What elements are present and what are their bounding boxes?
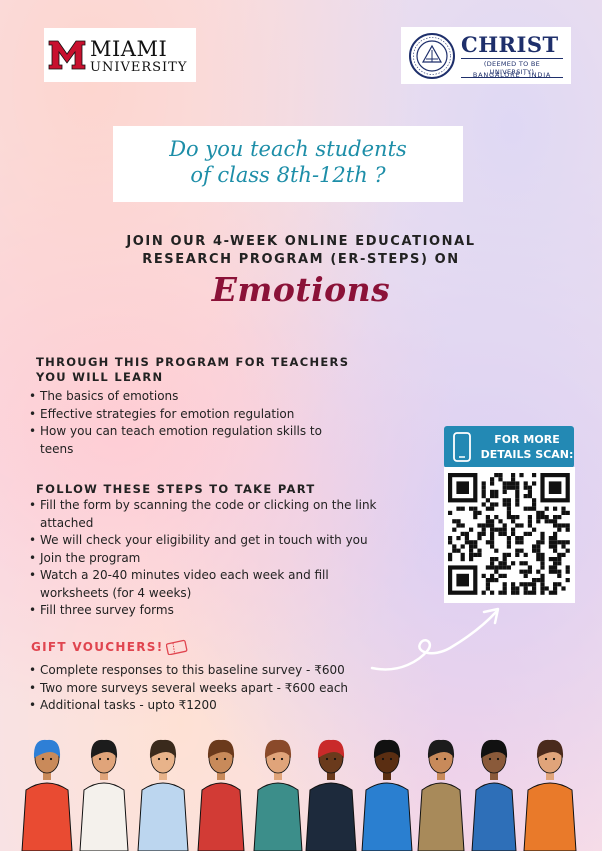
miami-m-logo-icon	[48, 40, 86, 70]
phone-icon	[453, 432, 471, 462]
people-illustration	[21, 739, 577, 851]
gift-list: Complete responses to this baseline surv…	[29, 662, 409, 715]
christ-seal-icon	[409, 33, 455, 79]
gift-vouchers-heading: GIFT VOUCHERS!	[31, 640, 164, 654]
join-line-1: JOIN OUR 4-WEEK ONLINE EDUCATIONAL	[126, 234, 476, 249]
scan-line-1: FOR MORE	[494, 433, 560, 446]
question-banner: Do you teach students of class 8th-12th …	[113, 126, 463, 202]
list-item: Additional tasks - upto ₹1200	[29, 697, 409, 715]
scan-badge: FOR MORE DETAILS SCAN:	[444, 426, 574, 468]
miami-subname: UNIVERSITY	[90, 60, 188, 75]
learn-heading-line-2: YOU WILL LEARN	[36, 370, 164, 384]
steps-heading: FOLLOW THESE STEPS TO TAKE PART	[36, 482, 316, 496]
learn-heading-line-1: THROUGH THIS PROGRAM FOR TEACHERS	[36, 355, 350, 369]
miami-university-logo: MIAMI UNIVERSITY	[44, 28, 196, 82]
curved-arrow-icon	[370, 607, 500, 671]
list-item: The basics of emotions	[29, 388, 349, 406]
list-item: We will check your eligibility and get i…	[29, 532, 409, 550]
join-line-2: RESEARCH PROGRAM (ER-STEPS) ON	[142, 252, 460, 267]
list-item: Fill three survey forms	[29, 602, 409, 620]
scan-line-2: DETAILS SCAN:	[480, 448, 574, 461]
list-item: Join the program	[29, 550, 409, 568]
list-item: Complete responses to this baseline surv…	[29, 662, 409, 680]
ticket-icon	[166, 639, 188, 655]
question-line-2: of class 8th-12th ?	[190, 163, 386, 187]
learn-heading: THROUGH THIS PROGRAM FOR TEACHERS YOU WI…	[36, 355, 376, 385]
qr-code-icon	[448, 473, 570, 595]
christ-place: BANGALORE · INDIA	[472, 71, 552, 79]
question-line-1: Do you teach students	[169, 137, 407, 161]
list-item: Two more surveys several weeks apart - ₹…	[29, 680, 409, 698]
learn-list: The basics of emotions Effective strateg…	[29, 388, 349, 458]
join-heading: JOIN OUR 4-WEEK ONLINE EDUCATIONAL RESEA…	[60, 233, 542, 269]
christ-university-logo: CHRIST (DEEMED TO BE UNIVERSITY) BANGALO…	[401, 27, 571, 84]
list-item: Watch a 20-40 minutes video each week an…	[29, 567, 340, 602]
list-item: Effective strategies for emotion regulat…	[29, 406, 349, 424]
qr-code[interactable]	[444, 467, 575, 603]
list-item: How you can teach emotion regulation ski…	[29, 423, 325, 458]
steps-list: Fill the form by scanning the code or cl…	[29, 497, 409, 620]
topic-title: Emotions	[211, 270, 391, 309]
miami-name: MIAMI	[90, 37, 168, 61]
christ-name: CHRIST	[461, 32, 559, 57]
list-item: Fill the form by scanning the code or cl…	[29, 497, 390, 532]
